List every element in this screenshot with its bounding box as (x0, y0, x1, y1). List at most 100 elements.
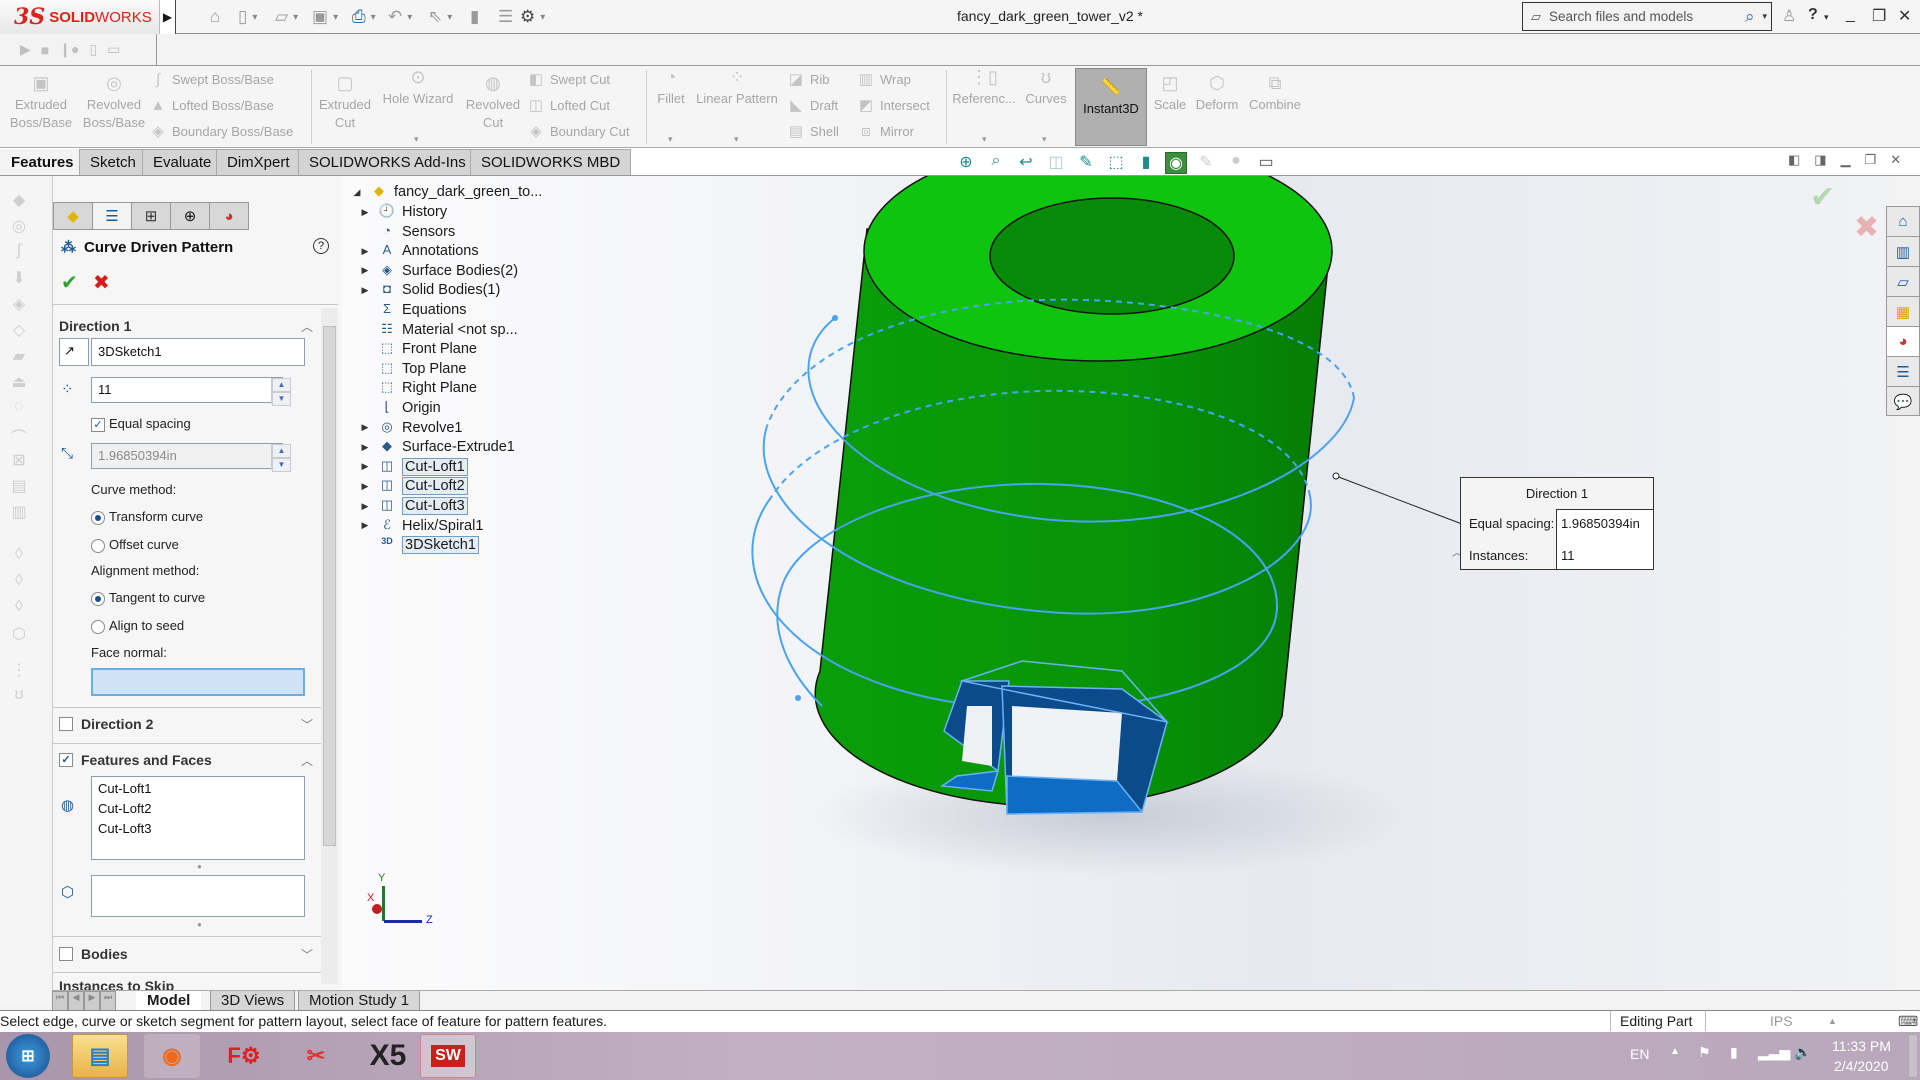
bodies-section[interactable]: Bodies (59, 946, 128, 962)
radio-selected-icon[interactable] (91, 510, 105, 525)
tab-solidworks-add-ins[interactable]: SOLIDWORKS Add-Ins (298, 149, 477, 175)
loft-shortcut-icon[interactable]: ⬇ (8, 268, 30, 288)
taskbar-file-explorer[interactable]: ▤ (72, 1034, 128, 1078)
checkbox-unchecked-icon[interactable] (59, 717, 73, 731)
instances-input[interactable]: 11 (91, 377, 283, 403)
print-icon[interactable]: ⎙ (352, 6, 376, 28)
tab-model[interactable]: Model (136, 991, 202, 1011)
scrollbar-thumb[interactable] (323, 326, 336, 846)
tree-item[interactable]: ▶ ◘ Solid Bodies(1) (354, 280, 501, 300)
knit-surface-shortcut-icon[interactable]: ◊ (8, 598, 30, 618)
taskbar-solidworks[interactable]: SW (420, 1034, 476, 1078)
edit-macro-icon[interactable]: ▭ (107, 41, 120, 58)
fillet-dropdown-icon[interactable]: ▾ (668, 134, 673, 145)
viewport-close-icon[interactable]: ✕ (1890, 152, 1901, 168)
home-icon[interactable]: ⌂ (210, 6, 220, 28)
edit-appearance-icon[interactable]: ✎ (1195, 152, 1217, 174)
displaymanager-tab-icon[interactable]: ◕ (209, 202, 249, 230)
mirror-button[interactable]: ⧈ Mirror (858, 120, 914, 142)
forum-icon[interactable]: 💬 (1887, 387, 1919, 417)
taskbar-xara[interactable]: X5 (360, 1034, 416, 1078)
reference-geometry-button[interactable]: ⋮▯ Referenc... (950, 60, 1018, 108)
revolve-surface-shortcut-icon[interactable]: ◌ (8, 398, 30, 418)
tree-item[interactable]: ⬚ Top Plane (354, 359, 467, 379)
clock-time[interactable]: 11:33 PM (1832, 1038, 1891, 1054)
tile-right-icon[interactable]: ◨ (1814, 152, 1826, 168)
spin-up-icon[interactable]: ▲ (272, 378, 291, 392)
callout-values[interactable]: 1.96850394in 11 (1556, 509, 1653, 569)
search-dropdown-icon[interactable]: ▾ (1762, 11, 1771, 22)
previous-view-icon[interactable]: ↩ (1015, 152, 1037, 174)
tree-item[interactable]: ⌊ Origin (354, 398, 440, 418)
undo-icon[interactable]: ↶ (388, 6, 412, 28)
configurationmanager-tab-icon[interactable]: ⊞ (131, 202, 171, 230)
features-to-pattern-list[interactable]: Cut-Loft1 Cut-Loft2 Cut-Loft3 (91, 776, 305, 860)
tab-evaluate[interactable]: Evaluate (142, 149, 223, 175)
tree-item[interactable]: ▶ 🕘 History (354, 202, 448, 222)
extruded-cut-button[interactable]: ▢ Extruded Cut (314, 66, 376, 132)
tree-item[interactable]: ▶ A Annotations (354, 241, 479, 261)
revolve-shortcut-icon[interactable]: ◎ (8, 216, 30, 236)
tab-sketch[interactable]: Sketch (79, 149, 147, 175)
tangent-to-curve-radio[interactable]: Tangent to curve (91, 590, 205, 606)
curve-shortcut-icon[interactable]: ʊ (8, 686, 30, 706)
callout-instances-value[interactable]: 11 (1561, 548, 1575, 563)
sweep-surface-shortcut-icon[interactable]: ⌒ (8, 424, 30, 447)
swept-boss-button[interactable]: ∫ Swept Boss/Base (150, 68, 274, 90)
design-library-icon[interactable]: ▥ (1887, 237, 1919, 267)
solidworks-logo[interactable]: 3S SOLIDWORKS (0, 0, 160, 34)
tree-root[interactable]: ◢ ◆ fancy_dark_green_to... (346, 182, 543, 202)
resize-handle-icon[interactable]: ● (197, 920, 202, 929)
hide-show-items-icon[interactable]: ◉ (1165, 152, 1187, 174)
expand-chevron-icon[interactable]: ﹀ (301, 946, 313, 963)
appearances-icon[interactable]: ◕ (1887, 327, 1919, 357)
spin-down-icon[interactable]: ▼ (272, 458, 291, 472)
taskbar-freefilesync[interactable]: F⚙ (216, 1034, 272, 1078)
boundary-cut-button[interactable]: ◈ Boundary Cut (528, 120, 629, 142)
first-tab-icon[interactable]: ⏮ (52, 991, 68, 1011)
help-icon[interactable]: ? (313, 238, 329, 254)
new-macro-icon[interactable]: ▯ (89, 41, 97, 58)
extrude-shortcut-icon[interactable]: ◆ (8, 190, 30, 210)
dynamic-annotation-icon[interactable]: ✎ (1075, 152, 1097, 174)
fill-surface-shortcut-icon[interactable]: ◊ (8, 572, 30, 592)
help-icon[interactable]: ? (1808, 6, 1818, 24)
restore-icon[interactable]: ❐ (1872, 6, 1886, 26)
spacing-input[interactable]: 1.96850394in (91, 443, 283, 469)
checkbox-checked-icon[interactable]: ✓ (91, 417, 105, 432)
wrap-button[interactable]: ▥ Wrap (858, 68, 911, 90)
options-gear-icon[interactable]: ⚙ (520, 6, 545, 28)
plane-shortcut-icon[interactable]: ▰ (8, 346, 30, 366)
pause-record-icon[interactable]: ❙● (59, 41, 79, 58)
curves-button[interactable]: ʊ Curves (1020, 60, 1072, 108)
taskbar-snipping-tool[interactable]: ✂ (288, 1034, 344, 1078)
play-macro-icon[interactable]: ▶ (20, 41, 31, 58)
ruled-surface-shortcut-icon[interactable]: ▥ (8, 502, 30, 522)
expand-arrow-icon[interactable]: ▶ (354, 461, 376, 472)
confirm-corner-ok-icon[interactable]: ✔ (1810, 180, 1835, 215)
extrude-surface-shortcut-icon[interactable]: ⏏ (8, 372, 30, 392)
direction1-callout[interactable]: Direction 1 Equal spacing: Instances: 1.… (1460, 477, 1654, 570)
hole-wizard-dropdown-icon[interactable]: ▾ (414, 134, 419, 145)
confirm-corner-cancel-icon[interactable]: ✖ (1854, 210, 1879, 245)
rib-button[interactable]: ◪ Rib (788, 68, 830, 90)
resize-handle-icon[interactable]: ● (197, 862, 202, 871)
scale-button[interactable]: ◰ Scale (1150, 66, 1190, 114)
transform-curve-radio[interactable]: Transform curve (91, 509, 203, 525)
expand-arrow-icon[interactable]: ▶ (354, 207, 376, 218)
curves-dropdown-icon[interactable]: ▾ (1042, 134, 1047, 145)
revolved-cut-button[interactable]: ◍ Revolved Cut (460, 66, 526, 132)
units-dropdown-icon[interactable]: ▲ (1828, 1011, 1837, 1032)
surface-shortcut-icon[interactable]: ◇ (8, 320, 30, 340)
tab-3d-views[interactable]: 3D Views (210, 991, 296, 1011)
open-folder-icon[interactable]: ▱ (275, 6, 298, 28)
tree-item[interactable]: ▶ ℰ Helix/Spiral1 (354, 516, 484, 536)
help-dropdown-icon[interactable]: ▾ (1824, 12, 1829, 23)
hole-wizard-button[interactable]: ⊙ Hole Wizard (380, 60, 456, 108)
rebuild-icon[interactable]: ▮ (470, 6, 479, 28)
tree-item[interactable]: ▶ ◫ Cut-Loft1 (354, 457, 468, 477)
expand-arrow-icon[interactable]: ▶ (354, 246, 376, 257)
minimize-icon[interactable]: _ (1846, 6, 1855, 24)
draft-button[interactable]: ◣ Draft (788, 94, 838, 116)
linear-pattern-button[interactable]: ⁘ Linear Pattern (692, 60, 782, 108)
